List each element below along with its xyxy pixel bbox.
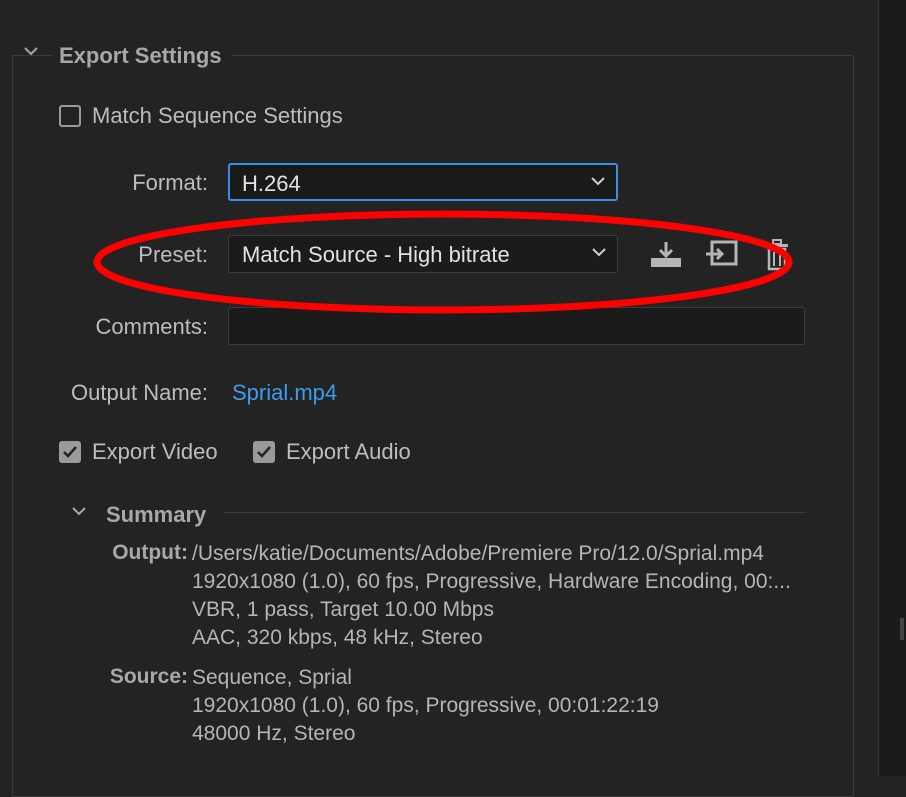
checkmark-icon (257, 446, 271, 458)
comments-label: Comments: (95, 314, 208, 339)
source-video-info: 1920x1080 (1.0), 60 fps, Progressive, 00… (192, 694, 659, 717)
preset-value: Match Source - High bitrate (242, 242, 510, 267)
output-summary-label: Output: (112, 541, 188, 564)
chevron-down-icon (591, 177, 605, 186)
match-sequence-checkbox[interactable] (59, 105, 81, 127)
panel-scrollbar[interactable] (878, 0, 906, 776)
checkmark-icon (63, 446, 77, 458)
section-title-wrap: Export Settings (53, 43, 232, 69)
collapse-chevron-icon[interactable] (24, 46, 38, 56)
output-summary: /Users/katie/Documents/Adobe/Premiere Pr… (192, 540, 791, 652)
summary-chevron-icon[interactable] (72, 506, 86, 516)
section-title: Export Settings (53, 43, 232, 68)
download-icon[interactable] (649, 238, 683, 272)
preset-select[interactable]: Match Source - High bitrate (228, 235, 618, 273)
comments-input[interactable] (228, 307, 805, 345)
source-audio-info: 48000 Hz, Stereo (192, 722, 356, 745)
summary-title: Summary (106, 502, 207, 527)
source-summary-label: Source: (109, 665, 188, 688)
export-video-checkbox[interactable] (59, 441, 81, 463)
output-audio-info: AAC, 320 kbps, 48 kHz, Stereo (192, 626, 483, 649)
summary-divider (224, 512, 806, 513)
format-value: H.264 (242, 171, 301, 196)
format-label: Format: (132, 170, 208, 195)
chevron-down-icon (592, 248, 606, 257)
export-audio-label: Export Audio (286, 439, 411, 464)
output-name-label: Output Name: (71, 380, 208, 405)
output-bitrate-info: VBR, 1 pass, Target 10.00 Mbps (192, 598, 494, 621)
preset-label: Preset: (138, 242, 208, 267)
output-path: /Users/katie/Documents/Adobe/Premiere Pr… (192, 542, 764, 565)
export-video-label: Export Video (92, 439, 218, 464)
import-icon[interactable] (704, 238, 738, 272)
output-video-info: 1920x1080 (1.0), 60 fps, Progressive, Ha… (192, 570, 791, 593)
export-audio-checkbox[interactable] (253, 441, 275, 463)
scrollbar-thumb[interactable] (900, 618, 904, 640)
format-select[interactable]: H.264 (228, 163, 618, 201)
source-sequence: Sequence, Sprial (192, 666, 352, 689)
output-name-link[interactable]: Sprial.mp4 (232, 380, 337, 406)
match-sequence-label: Match Sequence Settings (92, 103, 343, 128)
source-summary: Sequence, Sprial 1920x1080 (1.0), 60 fps… (192, 664, 659, 748)
trash-icon[interactable] (760, 238, 794, 272)
